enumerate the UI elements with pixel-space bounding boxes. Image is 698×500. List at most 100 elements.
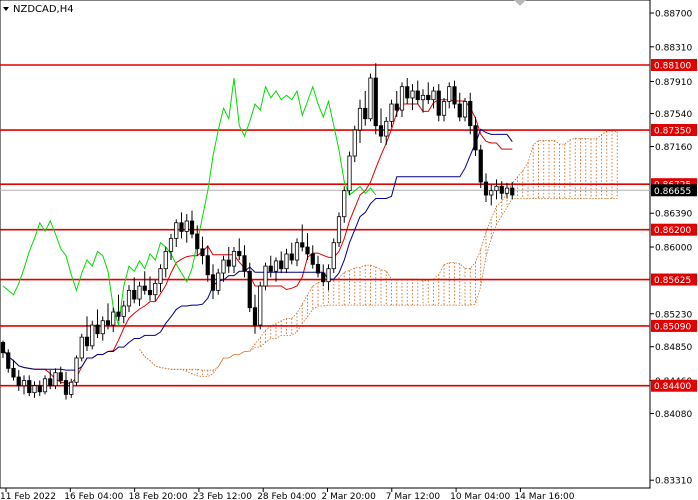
candle-body <box>184 220 189 232</box>
level-label: 0.88100 <box>654 62 691 72</box>
price-tick-label: 0.86000 <box>655 244 692 254</box>
candle-body <box>126 289 132 307</box>
candle-body <box>48 378 53 387</box>
candle-body <box>11 367 16 378</box>
candle-body <box>179 222 184 232</box>
candle-body <box>90 324 95 347</box>
candle-body <box>111 311 116 326</box>
time-tick-label: 16 Feb 04:00 <box>64 492 123 500</box>
candle-body <box>468 101 473 127</box>
candle-body <box>378 125 384 137</box>
time-tick-label: 18 Feb 20:00 <box>129 492 188 500</box>
candle-body <box>494 185 499 192</box>
candle-body <box>58 372 63 381</box>
price-tick-label: 0.88700 <box>655 10 692 20</box>
candle-body <box>195 233 200 250</box>
candle-body <box>100 320 105 335</box>
candle-body <box>226 259 231 267</box>
candle-body <box>95 324 100 335</box>
candle-body <box>147 289 153 296</box>
level-label: 0.84400 <box>654 382 691 392</box>
candle-body <box>74 357 79 383</box>
candle-body <box>326 268 331 283</box>
candle-body <box>426 94 431 101</box>
price-axis: 0.88700 0.88310 0.87910 0.87540 0.87160 0.863… <box>650 10 692 487</box>
candle-body <box>489 190 494 196</box>
price-chart[interactable]: 0.88700 0.88310 0.87910 0.87540 0.87160 0.863… <box>0 0 698 500</box>
time-tick-label: 2 Mar 20:00 <box>322 492 377 500</box>
candle-body <box>431 90 436 101</box>
candle-body <box>510 187 515 196</box>
level-label: 0.85090 <box>654 322 691 332</box>
candle-body <box>504 187 510 194</box>
candle-body <box>289 253 294 261</box>
candle-body <box>79 336 84 359</box>
candle-body <box>321 272 326 283</box>
candle-body <box>116 311 121 317</box>
candle-body <box>200 248 205 257</box>
candle-body <box>84 336 90 347</box>
candle-body <box>247 270 252 309</box>
candle-body <box>242 255 247 272</box>
candle-body <box>216 272 221 291</box>
candle-body <box>336 216 342 244</box>
price-tick-label: 0.83310 <box>655 477 692 487</box>
candle-body <box>153 283 158 296</box>
candle-body <box>252 307 258 326</box>
candle-body <box>384 120 389 137</box>
candle-body <box>205 255 210 276</box>
candle-body <box>32 385 37 394</box>
candle-body <box>189 220 195 235</box>
candle-body <box>221 259 226 274</box>
candle-body <box>21 380 27 387</box>
candle-body <box>132 289 137 300</box>
candle-body <box>405 86 410 99</box>
candle-body <box>357 107 363 131</box>
candle-body <box>415 90 420 101</box>
candle-body <box>210 274 216 291</box>
time-tick-label: 23 Feb 12:00 <box>193 492 252 500</box>
candle-body <box>352 129 357 157</box>
candle-body <box>331 242 336 270</box>
candle-body <box>158 268 163 284</box>
candle-body <box>447 86 452 102</box>
candle-body <box>121 305 126 317</box>
candle-body <box>315 263 321 274</box>
candle-body <box>473 125 478 151</box>
candle-body <box>478 149 483 183</box>
chart-window: 0.88700 0.88310 0.87910 0.87540 0.87160 0.863… <box>0 0 698 500</box>
candle-body <box>300 242 305 248</box>
current-price-label: 0.86655 <box>654 187 691 197</box>
price-tick-label: 0.84080 <box>655 410 692 420</box>
candle-body <box>42 378 48 393</box>
candle-body <box>69 381 74 395</box>
candle-body <box>294 242 300 261</box>
candle-body <box>279 260 284 270</box>
candle-body <box>6 352 11 369</box>
candle-body <box>373 77 378 127</box>
candle-body <box>347 155 352 192</box>
price-tick-label: 0.88310 <box>655 43 692 53</box>
candle-body <box>499 185 504 194</box>
candle-body <box>53 372 58 387</box>
candle-body <box>363 107 368 120</box>
candle-body <box>63 380 69 395</box>
time-tick-label: 11 Feb 2022 <box>0 492 56 500</box>
candle-body <box>273 260 279 272</box>
candle-body <box>410 90 415 99</box>
candle-body <box>105 320 111 326</box>
price-tick-label: 0.84850 <box>655 343 692 353</box>
candle-body <box>137 285 142 300</box>
price-tick-label: 0.87160 <box>655 143 692 153</box>
candle-body <box>483 181 489 196</box>
candle-body <box>258 285 263 326</box>
candle-body <box>231 250 237 267</box>
level-label: 0.87350 <box>654 127 691 137</box>
candle-body <box>37 385 42 393</box>
candle-body <box>441 101 447 116</box>
candle-body <box>389 103 394 122</box>
candle-body <box>368 77 373 120</box>
candle-body <box>168 237 174 252</box>
time-tick-label: 10 Mar 04:00 <box>450 492 510 500</box>
candle-body <box>263 265 268 287</box>
